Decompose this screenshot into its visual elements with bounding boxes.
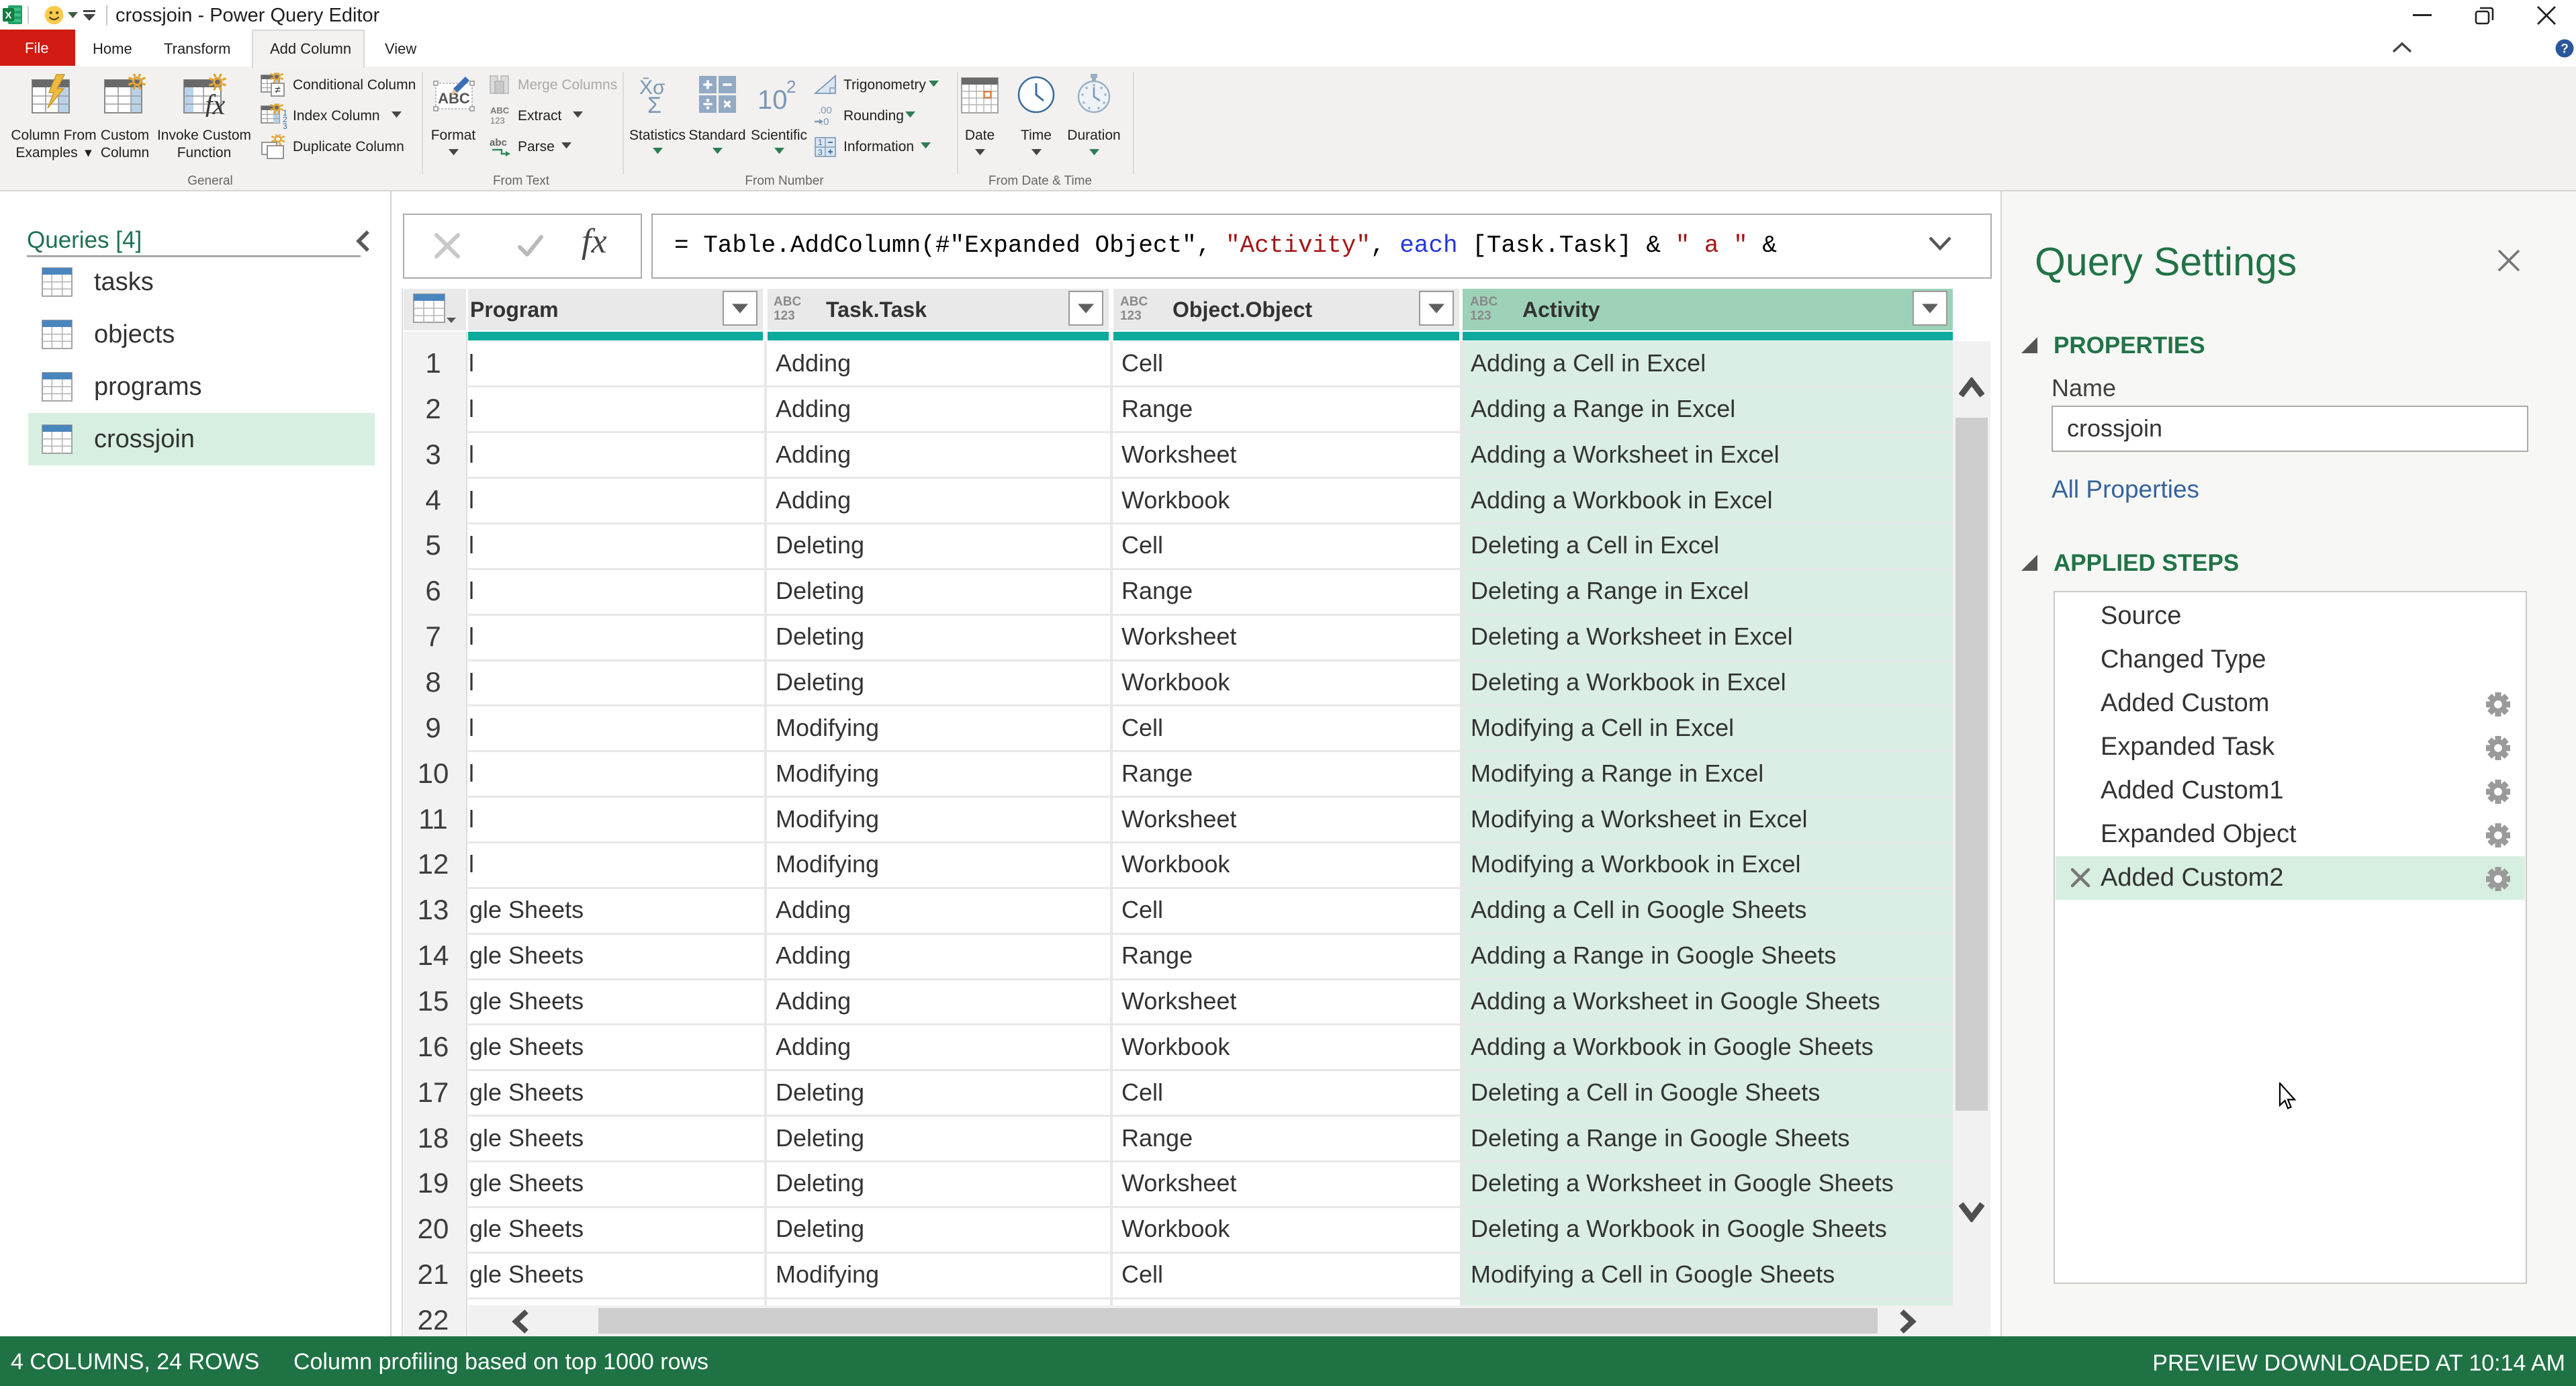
svg-text:10: 10 (757, 85, 788, 115)
svg-text:?: ? (2561, 42, 2569, 56)
svg-text:3: 3 (818, 148, 823, 157)
svg-text:.00: .00 (818, 105, 832, 116)
svg-text:≠: ≠ (275, 85, 281, 96)
svg-text:2: 2 (786, 77, 796, 97)
svg-text:X: X (5, 10, 11, 21)
svg-text:fx: fx (205, 90, 226, 117)
svg-text:Σ: Σ (647, 93, 661, 117)
svg-text:ABC: ABC (490, 105, 510, 116)
